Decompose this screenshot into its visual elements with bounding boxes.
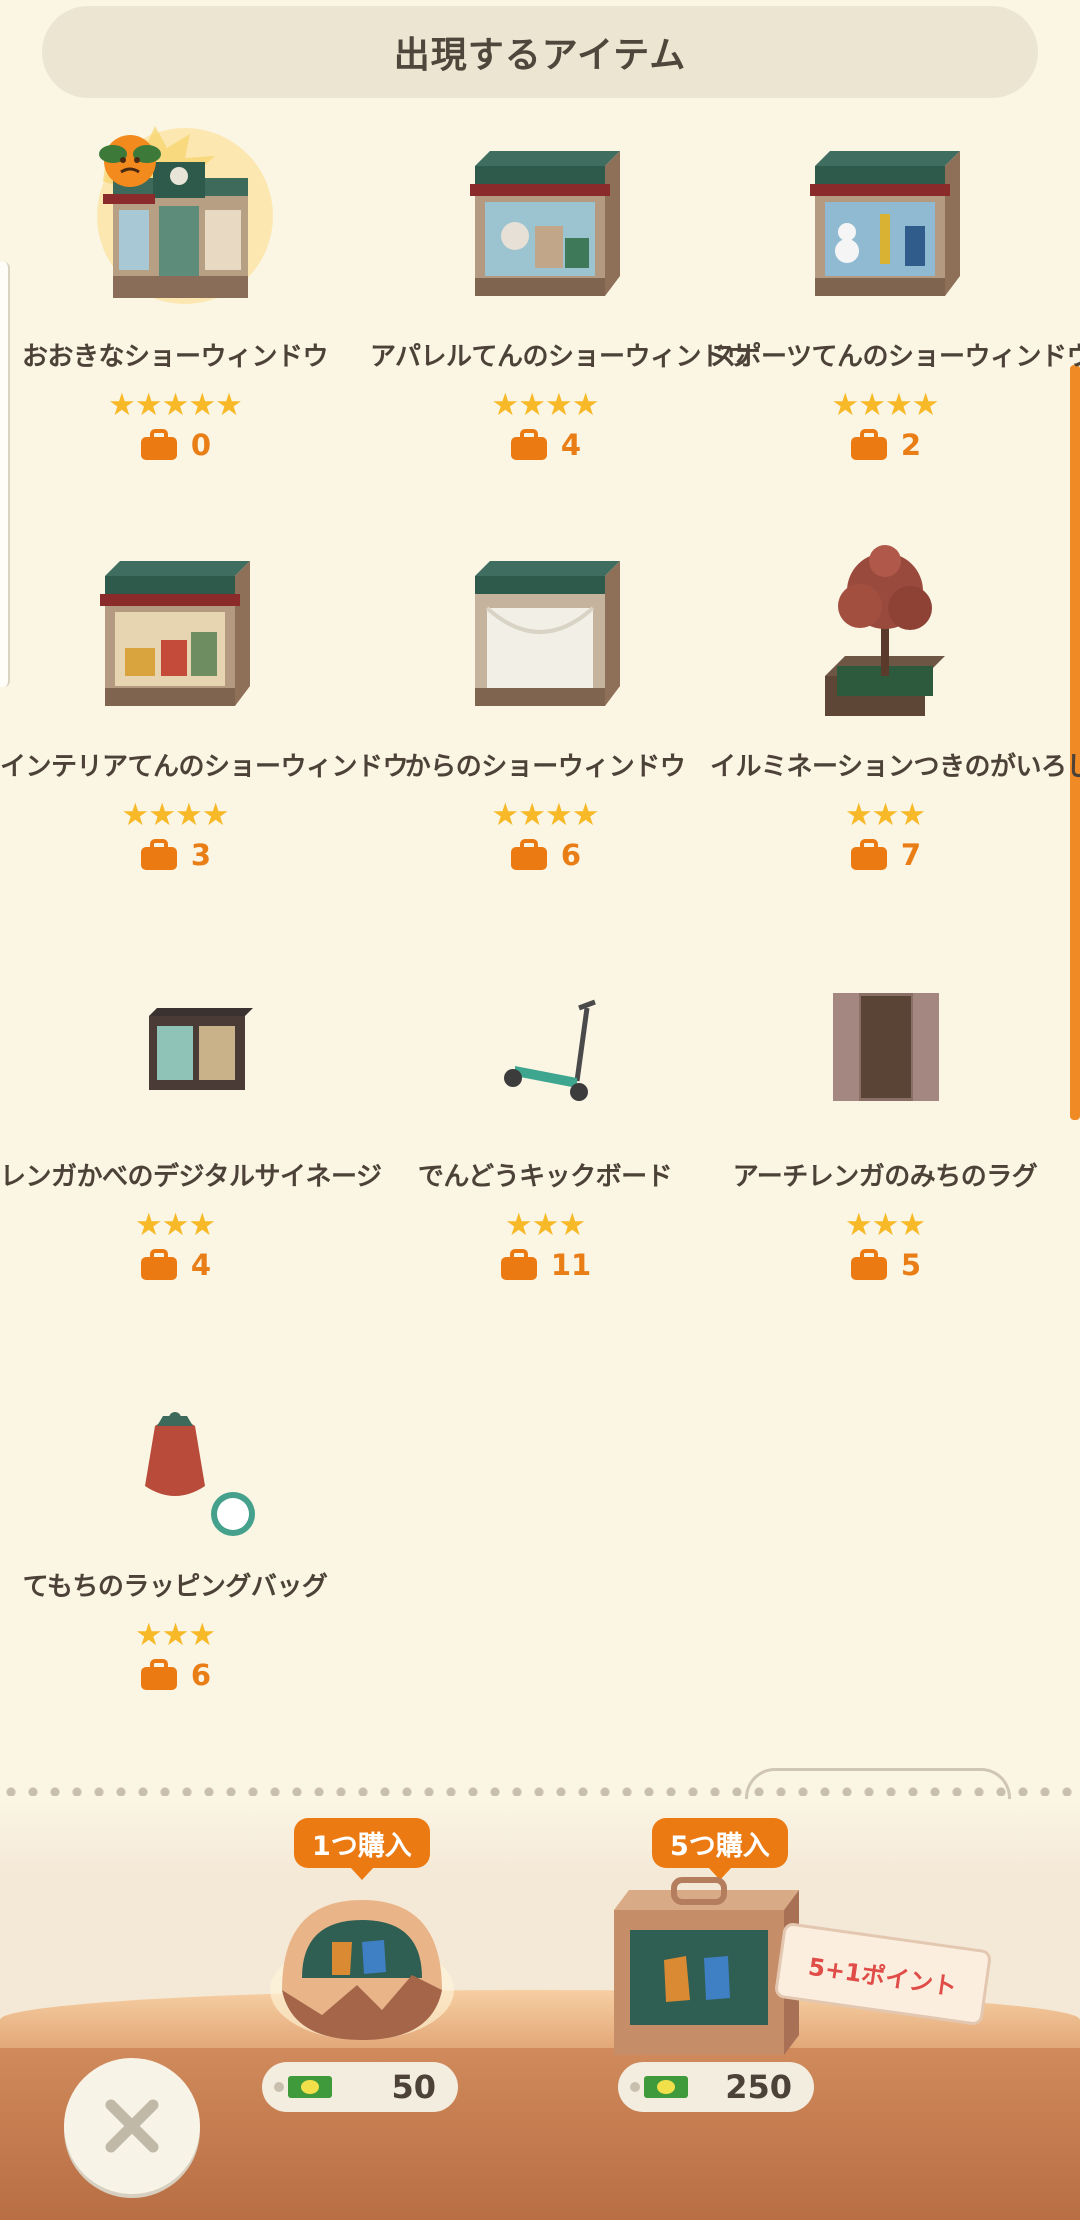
single-cookie-button[interactable] bbox=[262, 1880, 462, 2050]
leaf-ticket-icon bbox=[644, 2076, 688, 2098]
list-item[interactable]: おおきなショーウィンドウ ★★★★★ 0 bbox=[0, 126, 350, 506]
item-count: 6 bbox=[370, 838, 720, 872]
item-name: スポーツてんのショーウィンドウ bbox=[710, 342, 1080, 372]
rarity-stars: ★★★ bbox=[844, 797, 926, 833]
list-item[interactable]: アーチレンガのみちのラグ ★★★ 5 bbox=[710, 946, 1060, 1326]
item-name: おおきなショーウィンドウ bbox=[21, 342, 329, 372]
divider-arc bbox=[745, 1768, 1011, 1799]
bag-icon bbox=[140, 429, 177, 460]
item-count: 7 bbox=[710, 838, 1060, 872]
price-dot bbox=[630, 2082, 640, 2092]
item-count-value: 0 bbox=[190, 428, 212, 462]
item-count-value: 6 bbox=[190, 1658, 212, 1692]
buy-one-badge: 1つ購入 bbox=[294, 1818, 430, 1880]
item-name: インテリアてんのショーウィンドウ bbox=[0, 752, 409, 782]
wrapping-bag-thumbnail bbox=[145, 1412, 255, 1536]
bag-icon bbox=[500, 1249, 537, 1280]
rarity-stars: ★★★★ bbox=[491, 797, 599, 833]
item-count: 4 bbox=[0, 1248, 350, 1282]
item-count: 6 bbox=[0, 1658, 350, 1692]
bundle-box-button[interactable] bbox=[604, 1870, 804, 2060]
rarity-stars: ★★★ bbox=[504, 1207, 586, 1243]
item-count-value: 7 bbox=[900, 838, 922, 872]
rarity-stars: ★★★★★ bbox=[108, 387, 243, 423]
list-item[interactable]: イルミネーションつきのがいろじゅ ★★★ 7 bbox=[710, 536, 1080, 916]
item-name: てもちのラッピングバッグ bbox=[22, 1572, 328, 1602]
item-count-value: 5 bbox=[900, 1248, 922, 1282]
item-name: イルミネーションつきのがいろじゅ bbox=[710, 752, 1080, 782]
bag-icon bbox=[140, 1249, 177, 1280]
item-name: アパレルてんのショーウィンドウ bbox=[370, 342, 752, 372]
leaf-ticket-icon bbox=[288, 2076, 332, 2098]
bundle-price[interactable]: 250 bbox=[618, 2062, 814, 2112]
bag-icon bbox=[140, 839, 177, 870]
bag-icon bbox=[140, 1659, 177, 1690]
item-count-value: 2 bbox=[900, 428, 922, 462]
close-button[interactable] bbox=[64, 2058, 200, 2194]
section-title: 出現するアイテム bbox=[42, 6, 1038, 98]
list-item[interactable]: からのショーウィンドウ ★★★★ 6 bbox=[370, 536, 720, 916]
list-item[interactable]: スポーツてんのショーウィンドウ ★★★★ 2 bbox=[710, 126, 1080, 506]
bag-icon bbox=[510, 429, 547, 460]
bag-icon bbox=[850, 839, 887, 870]
rarity-stars: ★★★★ bbox=[831, 387, 939, 423]
brick-digital-signage-thumbnail bbox=[149, 1008, 253, 1090]
rarity-stars: ★★★★ bbox=[121, 797, 229, 833]
item-count-value: 4 bbox=[560, 428, 582, 462]
list-item[interactable]: インテリアてんのショーウィンドウ ★★★★ 3 bbox=[0, 536, 409, 916]
bag-icon bbox=[850, 1249, 887, 1280]
close-icon bbox=[105, 2099, 159, 2153]
item-count: 2 bbox=[710, 428, 1060, 462]
bag-icon bbox=[510, 839, 547, 870]
item-name: からのショーウィンドウ bbox=[404, 752, 686, 782]
interior-show-window-thumbnail bbox=[100, 561, 250, 706]
large-show-window-thumbnail bbox=[97, 126, 273, 304]
arch-brick-road-rug-thumbnail bbox=[833, 993, 939, 1101]
rarity-stars: ★★★ bbox=[134, 1207, 216, 1243]
single-price-value: 50 bbox=[391, 2068, 436, 2106]
list-item[interactable]: でんどうキックボード ★★★ 11 bbox=[370, 946, 720, 1326]
bag-icon bbox=[850, 429, 887, 460]
bundle-price-value: 250 bbox=[725, 2068, 792, 2106]
item-count: 4 bbox=[370, 428, 720, 462]
item-name: でんどうキックボード bbox=[417, 1162, 673, 1192]
rarity-stars: ★★★ bbox=[844, 1207, 926, 1243]
item-count: 0 bbox=[0, 428, 350, 462]
price-dot bbox=[274, 2082, 284, 2092]
empty-show-window-thumbnail bbox=[475, 561, 620, 706]
item-count-value: 6 bbox=[560, 838, 582, 872]
list-item[interactable]: てもちのラッピングバッグ ★★★ 6 bbox=[0, 1356, 350, 1736]
item-count: 11 bbox=[370, 1248, 720, 1282]
item-name: アーチレンガのみちのラグ bbox=[732, 1162, 1038, 1192]
sports-show-window-thumbnail bbox=[810, 151, 960, 296]
rarity-stars: ★★★ bbox=[134, 1617, 216, 1653]
item-count: 3 bbox=[0, 838, 350, 872]
item-count-value: 3 bbox=[190, 838, 212, 872]
item-count-value: 11 bbox=[550, 1248, 592, 1282]
scrollbar[interactable] bbox=[1070, 365, 1080, 1120]
electric-kick-scooter-thumbnail bbox=[504, 999, 596, 1101]
list-item[interactable]: レンガかべのデジタルサイネージ ★★★ 4 bbox=[0, 946, 382, 1326]
buy-five-badge: 5つ購入 bbox=[652, 1818, 788, 1880]
list-item[interactable]: アパレルてんのショーウィンドウ ★★★★ 4 bbox=[370, 126, 752, 506]
item-name: レンガかべのデジタルサイネージ bbox=[0, 1162, 382, 1192]
single-price[interactable]: 50 bbox=[262, 2062, 458, 2112]
rarity-stars: ★★★★ bbox=[491, 387, 599, 423]
item-count: 5 bbox=[710, 1248, 1060, 1282]
item-count-value: 4 bbox=[190, 1248, 212, 1282]
illuminated-street-tree-thumbnail bbox=[825, 545, 945, 716]
apparel-show-window-thumbnail bbox=[470, 151, 620, 296]
